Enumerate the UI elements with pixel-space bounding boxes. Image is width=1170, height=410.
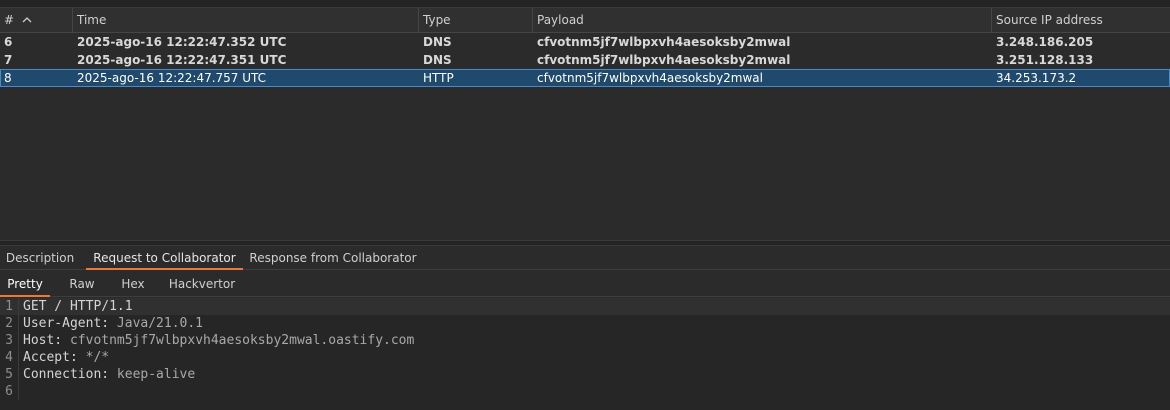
tab-response-from-collaborator[interactable]: Response from Collaborator bbox=[249, 246, 417, 270]
editor-line[interactable]: 4 Accept: */* bbox=[0, 349, 1170, 366]
table-row-selected[interactable]: 8 2025-ago-16 12:22:47.757 UTC HTTP cfvo… bbox=[0, 69, 1170, 87]
header-name: Connection: bbox=[23, 367, 110, 382]
header-value: */* bbox=[77, 350, 110, 365]
editor-line[interactable]: 1 GET / HTTP/1.1 bbox=[0, 298, 1170, 315]
detail-tabs: Description Request to Collaborator Resp… bbox=[0, 246, 1170, 270]
cell-time: 2025-ago-16 12:22:47.351 UTC bbox=[77, 53, 287, 67]
tab-hex[interactable]: Hex bbox=[112, 272, 154, 297]
cell-time: 2025-ago-16 12:22:47.352 UTC bbox=[77, 35, 287, 49]
column-header-type[interactable]: Type bbox=[419, 8, 533, 33]
tab-request-to-collaborator[interactable]: Request to Collaborator bbox=[86, 246, 243, 270]
header-name: Host: bbox=[23, 333, 63, 348]
line-number: 1 bbox=[0, 298, 19, 315]
line-number: 3 bbox=[0, 332, 19, 349]
cell-source-ip: 34.253.173.2 bbox=[996, 71, 1077, 85]
cell-type: DNS bbox=[423, 35, 452, 49]
tab-pretty[interactable]: Pretty bbox=[0, 272, 50, 297]
request-line: GET / HTTP/1.1 bbox=[23, 299, 133, 314]
editor-line[interactable]: 5 Connection: keep-alive bbox=[0, 366, 1170, 383]
column-header-source-ip[interactable]: Source IP address bbox=[992, 8, 1170, 33]
column-header-time[interactable]: Time bbox=[73, 8, 419, 33]
editor-line[interactable]: 3 Host: cfvotnm5jf7wlbpxvh4aesoksby2mwal… bbox=[0, 332, 1170, 349]
line-number: 6 bbox=[0, 383, 19, 400]
cell-type: DNS bbox=[423, 53, 452, 67]
interactions-table: # Time Type Payload Source IP address 6 … bbox=[0, 0, 1170, 240]
tab-hackvertor[interactable]: Hackvertor bbox=[164, 272, 240, 297]
cell-payload: cfvotnm5jf7wlbpxvh4aesoksby2mwal bbox=[537, 53, 791, 67]
sort-ascending-icon bbox=[22, 17, 32, 23]
editor-line[interactable]: 6 bbox=[0, 383, 1170, 400]
cell-payload: cfvotnm5jf7wlbpxvh4aesoksby2mwal bbox=[537, 71, 763, 85]
cell-number: 7 bbox=[4, 53, 13, 67]
line-number: 4 bbox=[0, 349, 19, 366]
column-header-number[interactable]: # bbox=[0, 8, 73, 33]
cell-source-ip: 3.248.186.205 bbox=[996, 35, 1094, 49]
editor-line[interactable]: 2 User-Agent: Java/21.0.1 bbox=[0, 315, 1170, 332]
line-number: 2 bbox=[0, 315, 19, 332]
tab-description[interactable]: Description bbox=[0, 246, 80, 270]
cell-payload: cfvotnm5jf7wlbpxvh4aesoksby2mwal bbox=[537, 35, 791, 49]
header-name: Accept: bbox=[23, 350, 78, 365]
header-value: keep-alive bbox=[109, 367, 196, 382]
table-row[interactable]: 6 2025-ago-16 12:22:47.352 UTC DNS cfvot… bbox=[0, 33, 1170, 51]
cell-type: HTTP bbox=[423, 71, 454, 85]
cell-source-ip: 3.251.128.133 bbox=[996, 53, 1094, 67]
tab-raw[interactable]: Raw bbox=[60, 272, 104, 297]
request-editor[interactable]: 1 GET / HTTP/1.1 2 User-Agent: Java/21.0… bbox=[0, 298, 1170, 410]
column-header-payload[interactable]: Payload bbox=[533, 8, 992, 33]
header-name: User-Agent: bbox=[23, 316, 110, 331]
cell-time: 2025-ago-16 12:22:47.757 UTC bbox=[77, 71, 267, 85]
view-mode-tabs: Pretty Raw Hex Hackvertor bbox=[0, 272, 1170, 297]
table-body: 6 2025-ago-16 12:22:47.352 UTC DNS cfvot… bbox=[0, 33, 1170, 87]
header-value: cfvotnm5jf7wlbpxvh4aesoksby2mwal.oastify… bbox=[62, 333, 415, 348]
cell-number: 6 bbox=[4, 35, 13, 49]
line-number: 5 bbox=[0, 366, 19, 383]
table-row[interactable]: 7 2025-ago-16 12:22:47.351 UTC DNS cfvot… bbox=[0, 51, 1170, 69]
table-top-strip bbox=[0, 0, 1170, 8]
table-header: # Time Type Payload Source IP address bbox=[0, 8, 1170, 33]
cell-number: 8 bbox=[4, 71, 12, 85]
header-value: Java/21.0.1 bbox=[109, 316, 204, 331]
